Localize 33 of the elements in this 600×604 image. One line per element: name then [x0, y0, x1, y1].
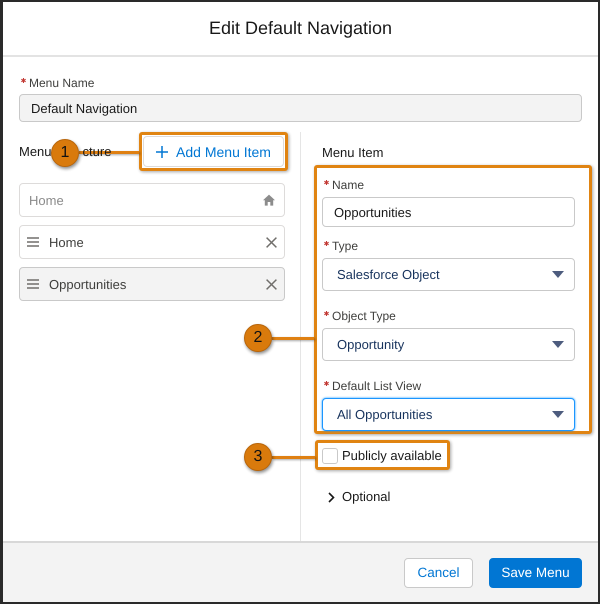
drag-handle-icon[interactable] [27, 237, 39, 247]
add-menu-item-button[interactable]: Add Menu Item [143, 136, 284, 167]
optional-section-toggle[interactable]: Optional [328, 489, 390, 505]
modal-title: Edit Default Navigation [208, 18, 392, 39]
select-field[interactable]: Opportunity [322, 328, 575, 361]
select-field[interactable]: Salesforce Object [322, 258, 575, 291]
caret-down-icon [552, 271, 564, 278]
field-label: Object Type [332, 309, 396, 323]
caret-down-icon [552, 341, 564, 348]
cancel-button[interactable]: Cancel [404, 558, 473, 588]
field-label: Name [332, 178, 364, 192]
drag-handle-icon[interactable] [27, 279, 39, 289]
select-field[interactable]: All Opportunities [322, 398, 575, 431]
section-label: Menu Item [322, 145, 384, 161]
menu-item-row[interactable]: Opportunities [19, 267, 285, 301]
checkbox[interactable] [322, 448, 338, 464]
save-menu-button[interactable]: Save Menu [489, 558, 582, 588]
callout-number-badge: 3 [244, 443, 272, 471]
caret-down-icon [552, 411, 564, 418]
callout-number-badge: 1 [51, 139, 79, 167]
chevron-right-icon [328, 492, 335, 502]
menu-item-row[interactable]: Home [19, 225, 285, 259]
field-label: Menu Name [29, 76, 94, 90]
section-label: Menu [19, 144, 52, 160]
checkbox-label[interactable]: Publicly available [342, 448, 442, 464]
home-icon [263, 194, 275, 206]
close-icon[interactable] [266, 236, 277, 248]
close-icon[interactable] [266, 278, 277, 290]
callout-number-badge: 2 [244, 324, 272, 352]
field-label: Type [332, 239, 358, 253]
plus-icon [156, 146, 168, 158]
field-label: Default List View [332, 379, 422, 393]
text-field[interactable]: Opportunities [322, 197, 575, 227]
